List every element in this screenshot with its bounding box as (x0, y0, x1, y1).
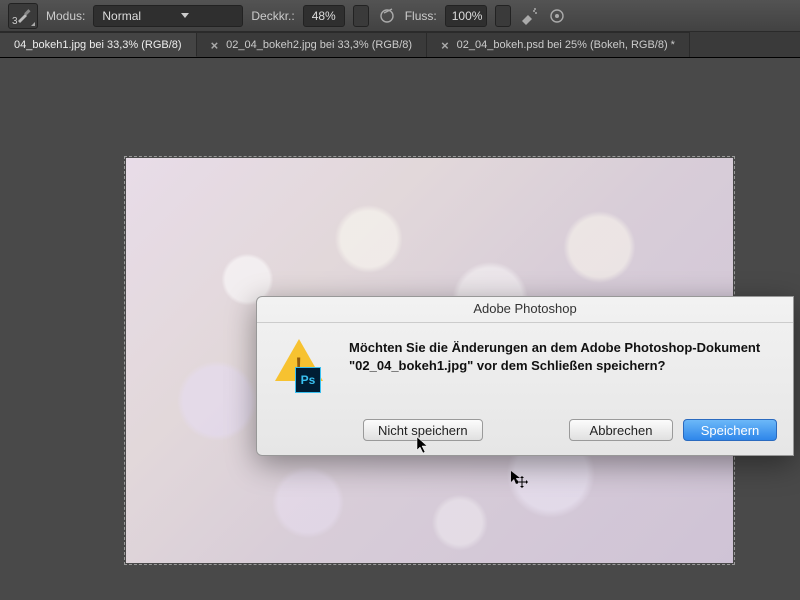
tab-label: 02_04_bokeh.psd bei 25% (Bokeh, RGB/8) * (457, 39, 675, 51)
current-tool-swatch[interactable]: 3 (8, 3, 38, 29)
mode-label: Modus: (46, 9, 85, 23)
chevron-down-icon (181, 13, 189, 18)
tab-label: 04_bokeh1.jpg bei 33,3% (RGB/8) (14, 39, 182, 51)
save-button[interactable]: Speichern (683, 419, 777, 441)
blend-mode-value: Normal (102, 9, 141, 23)
dialog-message: Möchten Sie die Änderungen an dem Adobe … (349, 339, 775, 381)
photoshop-badge-icon: Ps (295, 367, 321, 393)
opacity-label: Deckkr.: (251, 9, 294, 23)
options-bar: 3 Modus: Normal Deckkr.: 48% Fluss: 100% (0, 0, 800, 32)
dialog-button-row: Nicht speichern Abbrechen Speichern (273, 419, 777, 441)
dialog-title: Adobe Photoshop (257, 297, 793, 323)
tab-label: 02_04_bokeh2.jpg bei 33,3% (RGB/8) (226, 39, 412, 51)
document-tab[interactable]: 04_bokeh1.jpg bei 33,3% (RGB/8) (0, 32, 197, 57)
airbrush-toggle-icon[interactable] (519, 6, 539, 26)
opacity-input[interactable]: 48% (303, 5, 345, 27)
opacity-flyout-button[interactable] (353, 5, 369, 27)
flow-label: Fluss: (405, 9, 437, 23)
save-changes-dialog: Adobe Photoshop ! Ps Möchten Sie die Änd… (256, 296, 794, 456)
close-tab-icon[interactable]: × (441, 38, 449, 53)
document-tab[interactable]: × 02_04_bokeh.psd bei 25% (Bokeh, RGB/8)… (427, 32, 690, 57)
document-tab-bar: 04_bokeh1.jpg bei 33,3% (RGB/8) × 02_04_… (0, 32, 800, 58)
document-tab[interactable]: × 02_04_bokeh2.jpg bei 33,3% (RGB/8) (197, 32, 428, 57)
blend-mode-dropdown[interactable]: Normal (93, 5, 243, 27)
cancel-button[interactable]: Abbrechen (569, 419, 673, 441)
dont-save-button[interactable]: Nicht speichern (363, 419, 483, 441)
dialog-icon-column: ! Ps (275, 339, 331, 381)
flow-flyout-button[interactable] (495, 5, 511, 27)
close-tab-icon[interactable]: × (211, 38, 219, 53)
pressure-size-icon[interactable] (547, 6, 567, 26)
flow-input[interactable]: 100% (445, 5, 487, 27)
pressure-opacity-icon[interactable] (377, 6, 397, 26)
